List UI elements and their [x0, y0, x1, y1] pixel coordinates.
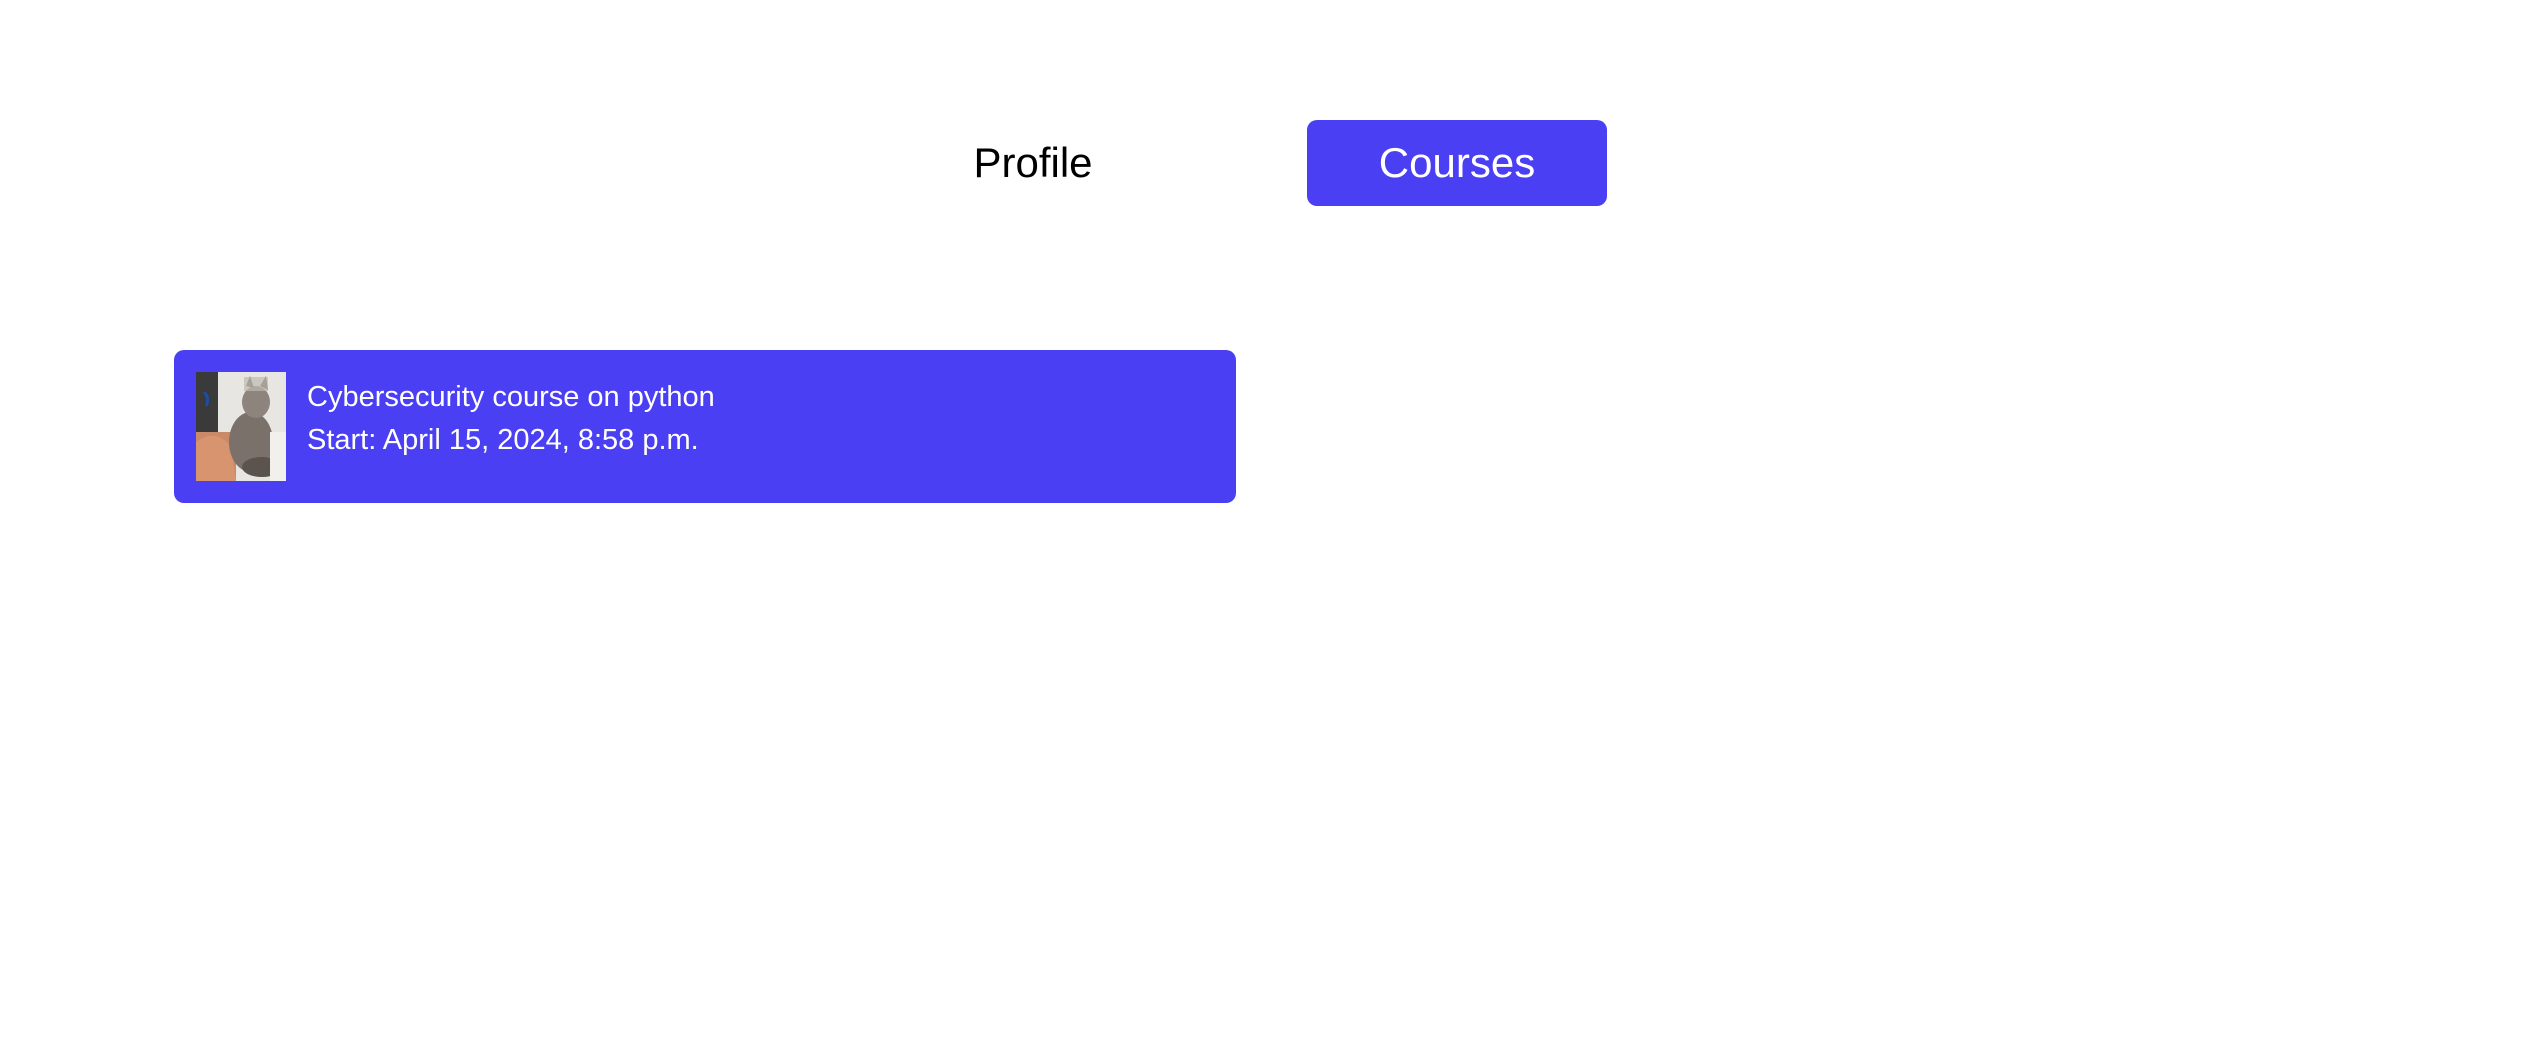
top-nav: Profile Courses	[0, 120, 2532, 206]
courses-tab[interactable]: Courses	[1307, 120, 1607, 206]
course-thumbnail	[196, 372, 286, 481]
course-card[interactable]: Cybersecurity course on python Start: Ap…	[174, 350, 1236, 503]
course-info: Cybersecurity course on python Start: Ap…	[307, 376, 715, 462]
profile-tab[interactable]: Profile	[883, 120, 1183, 206]
course-title: Cybersecurity course on python	[307, 381, 715, 413]
course-start-date: Start: April 15, 2024, 8:58 p.m.	[307, 424, 699, 456]
